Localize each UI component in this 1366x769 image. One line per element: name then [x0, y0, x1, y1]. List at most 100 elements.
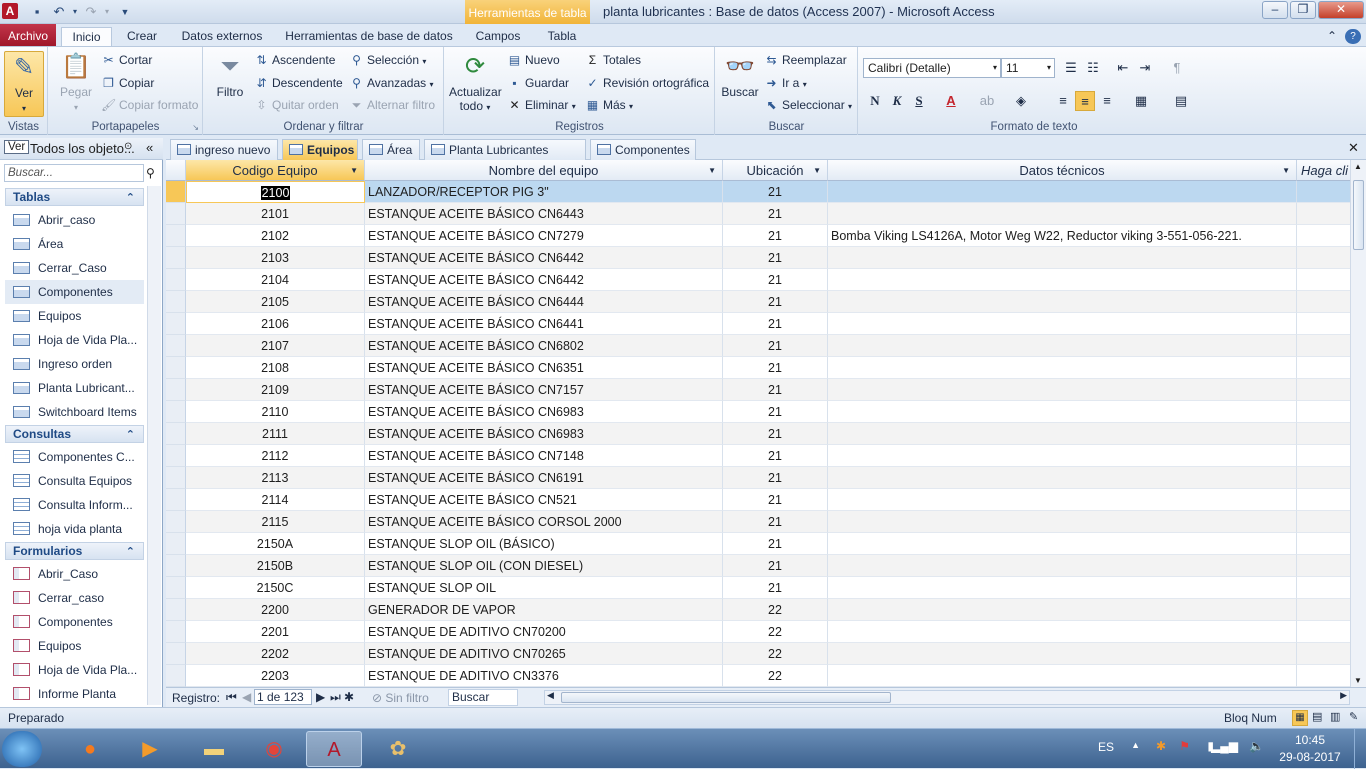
table-cell[interactable]: [1297, 357, 1357, 379]
close-button[interactable]: ✕: [1318, 1, 1364, 19]
table-row[interactable]: 2102 ESTANQUE ACEITE BÁSICO CN7279 21 Bomba…: [166, 225, 1357, 247]
record-selector[interactable]: [166, 555, 186, 577]
nav-menu-icon[interactable]: ⊙: [124, 141, 132, 152]
table-row[interactable]: 2203 ESTANQUE DE ADITIVO CN3376 22: [166, 665, 1357, 687]
table-cell[interactable]: 2114: [186, 489, 365, 511]
table-cell[interactable]: 2102: [186, 225, 365, 247]
table-cell[interactable]: [828, 665, 1297, 687]
table-cell[interactable]: [1297, 533, 1357, 555]
table-cell[interactable]: ESTANQUE ACEITE BÁSICO CN6802: [365, 335, 723, 357]
filtro-button[interactable]: ⏷ Filtro: [212, 51, 248, 99]
table-cell[interactable]: [1297, 511, 1357, 533]
table-cell[interactable]: 2111: [186, 423, 365, 445]
table-row[interactable]: 2115 ESTANQUE ACEITE BÁSICO CORSOL 2000 21: [166, 511, 1357, 533]
nav-item[interactable]: Hoja de Vida Pla...: [5, 328, 144, 352]
show-desktop-button[interactable]: [1354, 729, 1366, 769]
eliminar-button[interactable]: ✕ Eliminar ▾: [507, 98, 575, 112]
new-record-nav-icon[interactable]: ✱: [344, 690, 354, 704]
revision-ortografica-button[interactable]: ✓ Revisión ortográfica: [585, 76, 709, 90]
network-icon[interactable]: ▂▄▆: [1211, 739, 1238, 753]
align-right-icon[interactable]: ≡: [1097, 91, 1117, 111]
table-cell[interactable]: 2201: [186, 621, 365, 643]
pegar-button[interactable]: 📋 Pegar ▾: [57, 51, 95, 113]
table-cell[interactable]: ESTANQUE DE ADITIVO CN3376: [365, 665, 723, 687]
table-cell[interactable]: ESTANQUE ACEITE BÁSICO CN6442: [365, 247, 723, 269]
table-cell[interactable]: ESTANQUE ACEITE BÁSICO CN7157: [365, 379, 723, 401]
nav-item[interactable]: Hoja de Vida Pla...: [5, 658, 144, 682]
table-cell[interactable]: [828, 511, 1297, 533]
table-cell[interactable]: [1297, 225, 1357, 247]
record-selector[interactable]: [166, 203, 186, 225]
search-icon[interactable]: ⚲: [146, 166, 155, 180]
ir-a-button[interactable]: ➜ Ir a ▾: [764, 76, 806, 90]
mas-button[interactable]: ▦ Más ▾: [585, 98, 633, 112]
grid-horizontal-scrollbar[interactable]: ◀ ▶: [544, 690, 1350, 705]
align-left-icon[interactable]: ≡: [1053, 91, 1073, 111]
table-cell[interactable]: [828, 247, 1297, 269]
table-cell[interactable]: 21: [723, 445, 828, 467]
tab-tabla[interactable]: Tabla: [538, 27, 586, 47]
table-cell[interactable]: ESTANQUE ACEITE BÁSICO CN7279: [365, 225, 723, 247]
record-selector[interactable]: [166, 291, 186, 313]
table-row[interactable]: 2200 GENERADOR DE VAPOR 22: [166, 599, 1357, 621]
customize-qat-icon[interactable]: ▼: [116, 3, 134, 21]
font-size-select[interactable]: 11 ▾: [1001, 58, 1055, 78]
table-cell[interactable]: 2106: [186, 313, 365, 335]
table-cell[interactable]: 2107: [186, 335, 365, 357]
actualizar-todo-button[interactable]: ⟳ Actualizar todo ▾: [449, 51, 502, 113]
nav-item[interactable]: Abrir_Caso: [5, 562, 144, 586]
select-all-corner[interactable]: [166, 160, 186, 181]
doctab-equipos[interactable]: Equipos: [282, 139, 358, 160]
table-cell[interactable]: [828, 467, 1297, 489]
table-cell[interactable]: 2150A: [186, 533, 365, 555]
table-cell[interactable]: 21: [723, 401, 828, 423]
column-header-datos-tecnicos[interactable]: Datos técnicos ▼: [828, 160, 1297, 181]
descendente-button[interactable]: ⇵ Descendente: [254, 76, 342, 90]
record-selector[interactable]: [166, 247, 186, 269]
table-cell[interactable]: ESTANQUE ACEITE BÁSICO CN6441: [365, 313, 723, 335]
table-cell[interactable]: 2202: [186, 643, 365, 665]
table-row[interactable]: 2107 ESTANQUE ACEITE BÁSICO CN6802 21: [166, 335, 1357, 357]
save-icon[interactable]: ▪: [28, 3, 46, 21]
table-cell[interactable]: 21: [723, 291, 828, 313]
nav-item[interactable]: Planta Lubricant...: [5, 376, 144, 400]
record-selector[interactable]: [166, 401, 186, 423]
alternar-filtro-button[interactable]: ⏷ Alternar filtro: [349, 98, 435, 113]
record-selector[interactable]: [166, 225, 186, 247]
tab-campos[interactable]: Campos: [470, 27, 526, 47]
table-row[interactable]: 2105 ESTANQUE ACEITE BÁSICO CN6444 21: [166, 291, 1357, 313]
table-cell[interactable]: [1297, 445, 1357, 467]
table-cell[interactable]: [1297, 335, 1357, 357]
show-hidden-icons[interactable]: ▲: [1131, 740, 1140, 750]
highlight-icon[interactable]: ab: [977, 91, 997, 111]
nav-item[interactable]: Componentes C...: [5, 445, 144, 469]
gridlines-icon[interactable]: ▦: [1131, 91, 1151, 111]
record-selector[interactable]: [166, 423, 186, 445]
record-selector[interactable]: [166, 313, 186, 335]
table-cell[interactable]: ESTANQUE SLOP OIL (BÁSICO): [365, 533, 723, 555]
table-row[interactable]: 2113 ESTANQUE ACEITE BÁSICO CN6191 21: [166, 467, 1357, 489]
column-header-ubicacion[interactable]: Ubicación ▼: [723, 160, 828, 181]
table-row[interactable]: 2111 ESTANQUE ACEITE BÁSICO CN6983 21: [166, 423, 1357, 445]
table-row[interactable]: 2150B ESTANQUE SLOP OIL (CON DIESEL) 21: [166, 555, 1357, 577]
dialog-launcher-icon[interactable]: ↘: [192, 123, 199, 132]
seleccionar-button[interactable]: ⬉ Seleccionar ▾: [764, 98, 852, 112]
table-cell[interactable]: 21: [723, 225, 828, 247]
table-cell[interactable]: 21: [723, 533, 828, 555]
table-row[interactable]: 2106 ESTANQUE ACEITE BÁSICO CN6441 21: [166, 313, 1357, 335]
table-cell[interactable]: 22: [723, 599, 828, 621]
table-cell[interactable]: [828, 181, 1297, 203]
table-cell[interactable]: 21: [723, 489, 828, 511]
nav-item[interactable]: hoja vida planta: [5, 517, 144, 541]
start-button[interactable]: [2, 731, 42, 767]
next-record-icon[interactable]: ▶: [316, 690, 325, 704]
table-cell[interactable]: ESTANQUE ACEITE BÁSICO CN6442: [365, 269, 723, 291]
nav-item[interactable]: Abrir_caso: [5, 208, 144, 232]
numbering-icon[interactable]: ☷: [1083, 58, 1103, 78]
table-row[interactable]: 2150A ESTANQUE SLOP OIL (BÁSICO) 21: [166, 533, 1357, 555]
table-cell[interactable]: 2104: [186, 269, 365, 291]
nav-item[interactable]: Componentes: [5, 280, 144, 304]
table-cell[interactable]: 2100: [186, 181, 365, 203]
nav-item[interactable]: Cerrar_Caso: [5, 256, 144, 280]
guardar-button[interactable]: ▪ Guardar: [507, 76, 569, 90]
